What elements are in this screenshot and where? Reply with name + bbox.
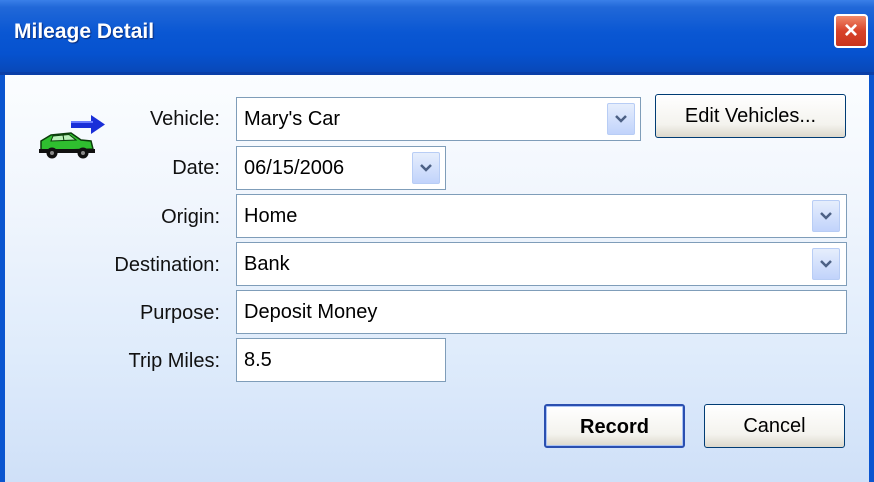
destination-value: Bank (244, 253, 290, 275)
trip-miles-input[interactable]: 8.5 (236, 338, 446, 382)
purpose-label: Purpose: (139, 302, 220, 324)
window-border-right (869, 75, 874, 482)
title-bar[interactable]: Mileage Detail × (0, 0, 874, 75)
cancel-label: Cancel (743, 415, 806, 437)
date-label: Date: (172, 157, 220, 179)
close-icon: × (843, 17, 858, 44)
purpose-value: Deposit Money (244, 301, 378, 323)
chevron-down-icon (420, 164, 432, 172)
vehicle-label: Vehicle: (149, 108, 220, 130)
destination-label: Destination: (114, 254, 220, 276)
destination-combobox[interactable]: Bank (236, 242, 847, 286)
date-picker[interactable]: 06/15/2006 (236, 146, 446, 190)
trip-miles-value: 8.5 (244, 349, 272, 371)
chevron-down-icon (820, 212, 832, 220)
chevron-down-icon (615, 115, 627, 123)
chevron-down-icon (820, 260, 832, 268)
trip-miles-label: Trip Miles: (128, 350, 220, 372)
purpose-input[interactable]: Deposit Money (236, 290, 847, 334)
edit-vehicles-label: Edit Vehicles... (684, 105, 817, 127)
date-value: 06/15/2006 (244, 157, 345, 179)
date-dropdown-button[interactable] (412, 152, 440, 184)
record-label: Record (580, 416, 649, 438)
origin-value: Home (244, 205, 298, 227)
close-button[interactable]: × (834, 14, 868, 48)
cancel-button[interactable]: Cancel (704, 404, 845, 448)
destination-dropdown-button[interactable] (812, 248, 840, 280)
origin-label: Origin: (161, 206, 220, 228)
record-button[interactable]: Record (544, 404, 685, 448)
vehicle-select[interactable]: Mary's Car (236, 97, 641, 141)
origin-dropdown-button[interactable] (812, 200, 840, 232)
mileage-detail-dialog: Mileage Detail × Vehicle: Mary's Car Edi… (0, 0, 874, 482)
origin-combobox[interactable]: Home (236, 194, 847, 238)
dialog-title: Mileage Detail (14, 20, 155, 43)
vehicle-dropdown-button[interactable] (607, 103, 635, 135)
edit-vehicles-button[interactable]: Edit Vehicles... (655, 94, 846, 138)
vehicle-value: Mary's Car (244, 108, 341, 130)
